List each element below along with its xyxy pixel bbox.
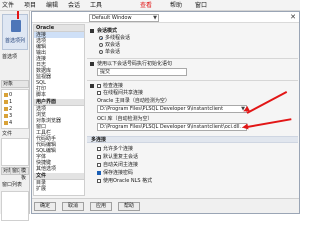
red-annotation-arrow [246,118,292,128]
menu-window[interactable]: 窗口 [195,2,207,9]
category-item[interactable]: 脚本 [34,92,84,98]
init-text-field[interactable]: 提交 [97,68,187,76]
menu-project[interactable]: 项目 [24,2,36,9]
menu-view[interactable]: 查看 [140,2,152,9]
oci-library-label: OCI 库（自动检测为空） [97,116,153,122]
checkbox-label: 自动关闭主连接 [103,162,139,168]
multi-connection-heading: 多连接 [91,137,107,143]
tree-item[interactable]: 1 [4,99,12,105]
category-group-header: 文件 [34,173,84,180]
dialog-footer: 确定 取消 应用 帮助 [32,198,299,213]
tree-item[interactable]: 4 [4,120,12,126]
tree-item[interactable]: 3 [4,113,12,119]
divider [87,58,298,59]
window-list-label: 窗口列表 [2,182,23,188]
radio-label: 双会话 [105,42,121,48]
dialog-titlebar: Default Window ▼ ✕ [32,12,299,23]
preferences-dialog: Default Window ▼ ✕ Oracle 连接 选项 编辑 输出 连接… [31,11,300,214]
preferences-toolbar-button[interactable]: 首选项列 [2,14,28,50]
folder-icon [4,106,8,111]
radio-dual-session[interactable] [99,43,103,47]
menu-tools[interactable]: 工具 [90,2,102,9]
help-button[interactable]: 帮助 [118,202,140,211]
init-field-label: 使用以下会话号码执行初始化语句 [97,61,173,67]
divider [87,80,298,81]
section-bullet-icon [90,29,94,33]
menu-edit[interactable]: 编辑 [46,2,58,9]
settings-pane: 会话模式 多线程会话 双会话 单会话 使用以下会话号码执行初始化语句 提交 检查… [87,24,298,196]
duplicate-main-session-checkbox[interactable] [97,155,101,159]
preferences-toolbar-label: 首选项列 [4,38,25,44]
tree-item[interactable]: 2 [4,106,12,112]
checkbox-label: 在线程间共享连接 [103,90,144,96]
red-annotation-arrowhead [241,123,249,131]
check-connection-checkbox[interactable] [97,84,101,88]
nls-format-checkbox[interactable] [97,179,101,183]
file-browser-pane[interactable] [1,138,29,166]
checkbox-label: 检查连接 [103,83,124,89]
category-group-header: Oracle [34,25,84,32]
section-bullet-icon [90,62,94,66]
menubar: 文件 项目 编辑 会话 工具 查看 帮助 窗口 [0,0,300,11]
window-profile-combo[interactable]: Default Window ▼ [89,14,159,22]
save-password-checkbox[interactable] [97,171,101,175]
close-icon[interactable]: ✕ [290,13,296,21]
folder-icon [4,120,8,125]
object-tree[interactable]: 0 1 2 3 4 [1,89,29,129]
category-item[interactable]: 扩展 [34,186,84,192]
menu-session[interactable]: 会话 [68,2,80,9]
oci-library-field[interactable]: D:\Program Files\PLSQL Developer 9\insta… [97,123,247,131]
menu-help[interactable]: 帮助 [170,2,182,9]
checkbox-label: 使用Oracle NLS 格式 [103,178,153,184]
apply-button[interactable]: 应用 [90,202,112,211]
oracle-home-label: Oracle 主目录（自动检测为空） [97,98,170,104]
left-label-preferences: 首选项 [2,54,18,60]
radio-label: 多线程会话 [105,35,131,41]
share-connection-checkbox[interactable] [97,91,101,95]
category-item[interactable]: 其他选项 [34,166,84,172]
cancel-button[interactable]: 取消 [62,202,84,211]
category-group-header: 用户界面 [34,99,84,106]
auto-close-main-connection-checkbox[interactable] [97,163,101,167]
folder-icon [4,99,8,104]
radio-label: 单会话 [105,49,121,55]
red-annotation-arrow [17,11,19,19]
checkbox-label: 允许多个连接 [103,146,134,152]
section-bullet-icon [90,84,94,88]
tab-templates[interactable]: 模板 [19,167,29,181]
session-mode-heading: 会话模式 [97,28,118,34]
folder-icon [4,92,8,97]
preferences-icon [11,20,21,32]
checkbox-label: 保存连接密码 [103,170,134,176]
ok-button[interactable]: 确定 [34,202,56,211]
allow-multiple-connections-checkbox[interactable] [97,147,101,151]
radio-single-session[interactable] [99,50,103,54]
category-list[interactable]: Oracle 连接 选项 编辑 输出 连接 日志 数据库 监视器 SQL 打印 … [33,24,85,196]
object-browser-header: 对象 [1,80,29,88]
multi-connection-section-bar: 多连接 [87,136,298,143]
left-label-objects: 对象 [3,81,14,87]
tree-item[interactable]: 0 [4,92,12,98]
left-tabs: 对象 窗口 模板 [1,167,29,181]
chevron-down-icon: ▼ [153,15,157,21]
checkbox-label: 默认重复主会话 [103,154,139,160]
red-annotation-arrow [246,90,288,114]
oracle-home-combo[interactable]: D:\Program Files\PLSQL Developer 9\insta… [97,105,247,113]
left-app-panel: 首选项列 首选项 对象 0 1 2 3 4 文件 对象 窗口 模板 窗口列表 [0,11,30,221]
window-list-pane[interactable] [1,191,29,221]
menu-file[interactable]: 文件 [2,2,14,9]
folder-icon [4,113,8,118]
radio-multi-session[interactable] [99,36,103,40]
left-label-files: 文件 [2,131,13,137]
